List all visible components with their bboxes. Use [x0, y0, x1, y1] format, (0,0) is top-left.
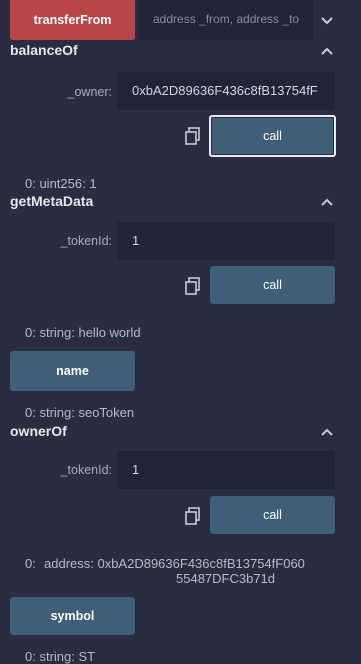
getMetaData-output: 0: string: hello world [25, 325, 141, 340]
balanceOf-title: balanceOf [10, 42, 78, 58]
ownerOf-call-button[interactable]: call [210, 496, 335, 534]
copy-icon[interactable] [184, 507, 202, 525]
copy-icon[interactable] [184, 277, 202, 295]
balanceOf-owner-label: _owner: [67, 85, 112, 99]
copy-icon[interactable] [184, 127, 202, 145]
getMetaData-title: getMetaData [10, 193, 94, 209]
ownerOf-tokenId-label: _tokenId: [60, 463, 112, 477]
transferFrom-button[interactable]: transferFrom [10, 0, 135, 40]
ownerOf-title: ownerOf [10, 423, 67, 439]
symbol-output: 0: string: ST [25, 649, 96, 664]
name-output: 0: string: seoToken [25, 405, 135, 420]
balanceOf-output: 0: uint256: 1 [25, 176, 97, 191]
balanceOf-call-button[interactable]: call [209, 115, 336, 157]
ownerOf-output-value-cont: 55487DFC3b71d [176, 571, 276, 586]
transferFrom-args-input[interactable]: address _from, address _to [138, 0, 313, 40]
ownerOf-output-value: address: 0xbA2D89636F436c8fB13754fF060 [44, 556, 305, 571]
chevron-up-icon[interactable] [320, 197, 334, 207]
chevron-up-icon[interactable] [320, 427, 334, 437]
getMetaData-tokenId-input[interactable]: 1 [117, 222, 335, 260]
chevron-down-icon[interactable] [320, 15, 334, 25]
name-button[interactable]: name [10, 351, 135, 391]
ownerOf-tokenId-input[interactable]: 1 [117, 451, 335, 489]
balanceOf-owner-input[interactable]: 0xbA2D89636F436c8fB13754fF [117, 72, 335, 110]
chevron-up-icon[interactable] [320, 46, 334, 56]
symbol-button[interactable]: symbol [10, 597, 135, 635]
getMetaData-call-button[interactable]: call [210, 266, 335, 304]
getMetaData-tokenId-label: _tokenId: [60, 234, 112, 248]
ownerOf-output-index: 0: [25, 556, 36, 571]
